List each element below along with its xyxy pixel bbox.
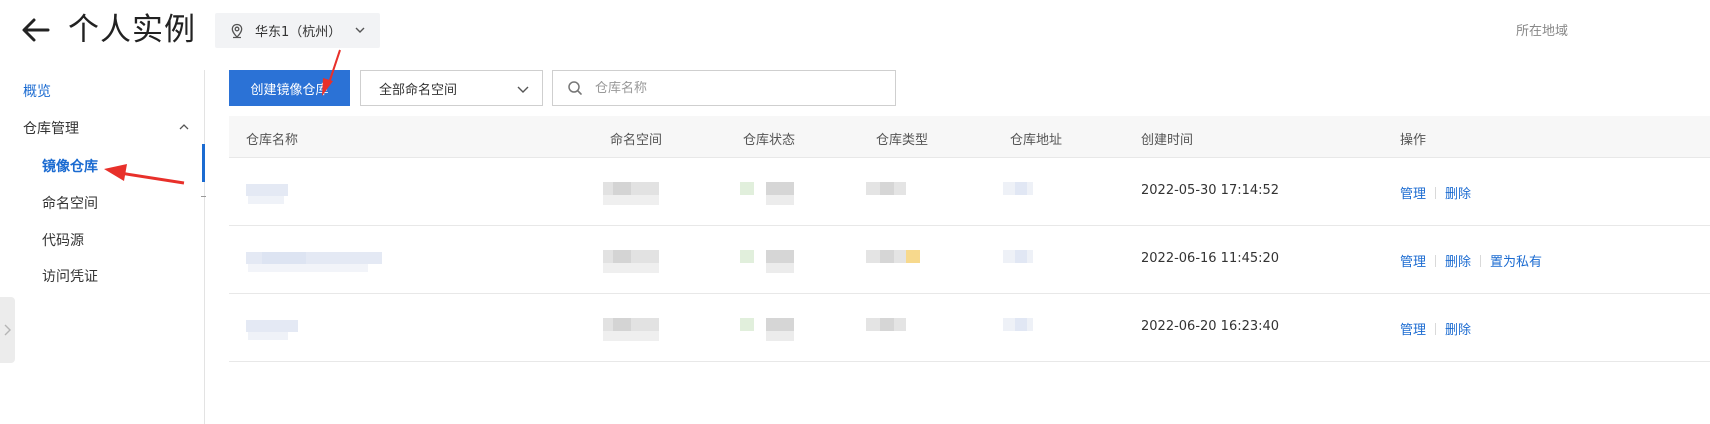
chevron-down-icon (355, 27, 365, 33)
location-pin-icon (231, 23, 243, 38)
created-time: 2022-06-16 11:45:20 (1141, 251, 1280, 266)
divider (201, 196, 206, 197)
active-indicator (202, 144, 205, 182)
namespace-select-value: 全部命名空间 (379, 82, 458, 98)
sidebar-item-image-repo[interactable]: 镜像仓库 (42, 156, 98, 176)
arrow-left-icon[interactable] (18, 12, 54, 48)
row-actions: 管理 删除 (1400, 183, 1471, 202)
manage-link[interactable]: 管理 (1400, 183, 1426, 202)
column-header-created: 创建时间 (1141, 133, 1194, 148)
row-actions: 管理 删除 (1400, 319, 1471, 338)
column-header-name: 仓库名称 (246, 133, 299, 148)
row-actions: 管理 删除 置为私有 (1400, 251, 1542, 270)
chevron-right-icon (4, 324, 11, 336)
table-header: 仓库名称 命名空间 仓库状态 仓库类型 仓库地址 创建时间 操作 (229, 116, 1710, 158)
namespace-redacted (603, 248, 659, 274)
repo-table: 仓库名称 命名空间 仓库状态 仓库类型 仓库地址 创建时间 操作 2022-05… (229, 116, 1710, 362)
region-label: 华东1（杭州） (255, 25, 342, 40)
table-row: 2022-06-16 11:45:20 管理 删除 置为私有 (229, 226, 1710, 294)
chevron-up-icon[interactable] (178, 121, 190, 133)
repo-name-redacted (246, 248, 386, 274)
column-header-type: 仓库类型 (876, 133, 929, 148)
manage-link[interactable]: 管理 (1400, 319, 1426, 338)
type-redacted (866, 316, 908, 342)
namespace-redacted (603, 316, 659, 342)
sidebar-item-code-source[interactable]: 代码源 (42, 230, 84, 250)
table-row: 2022-05-30 17:14:52 管理 删除 (229, 158, 1710, 226)
chevron-down-icon (517, 86, 529, 93)
table-row: 2022-06-20 16:23:40 管理 删除 (229, 294, 1710, 362)
region-info-text: 所在地域 (1516, 24, 1569, 39)
region-selector[interactable]: 华东1（杭州） (215, 13, 380, 48)
manage-link[interactable]: 管理 (1400, 251, 1426, 270)
namespace-select[interactable]: 全部命名空间 (360, 70, 543, 106)
address-redacted (1003, 180, 1043, 206)
delete-link[interactable]: 删除 (1445, 183, 1471, 202)
column-header-actions: 操作 (1400, 133, 1427, 148)
sidebar-group-repo-management[interactable]: 仓库管理 (23, 118, 79, 138)
status-redacted (740, 248, 796, 274)
type-redacted (866, 248, 922, 274)
delete-link[interactable]: 删除 (1445, 319, 1471, 338)
sidebar-item-access-credential[interactable]: 访问凭证 (42, 266, 98, 286)
search-input[interactable] (595, 80, 885, 96)
address-redacted (1003, 248, 1043, 274)
column-header-namespace: 命名空间 (610, 133, 663, 148)
status-redacted (740, 316, 796, 342)
column-header-address: 仓库地址 (1010, 133, 1063, 148)
type-redacted (866, 180, 908, 206)
column-header-status: 仓库状态 (743, 133, 796, 148)
sidebar-collapse-toggle[interactable] (0, 297, 15, 363)
page-title: 个人实例 (68, 12, 196, 48)
repo-name-redacted (246, 316, 302, 342)
delete-link[interactable]: 删除 (1445, 251, 1471, 270)
status-redacted (740, 180, 796, 206)
create-repo-button[interactable]: 创建镜像仓库 (229, 70, 350, 106)
namespace-redacted (603, 180, 659, 206)
sidebar-item-overview[interactable]: 概览 (23, 81, 51, 101)
divider (1480, 254, 1482, 267)
sidebar: 概览 仓库管理 镜像仓库 命名空间 代码源 访问凭证 (0, 70, 206, 424)
sidebar-item-namespace[interactable]: 命名空间 (42, 193, 98, 213)
repo-name-redacted (246, 180, 290, 206)
make-private-link[interactable]: 置为私有 (1490, 251, 1542, 270)
address-redacted (1003, 316, 1043, 342)
divider (1435, 322, 1437, 335)
divider (1435, 186, 1437, 199)
search-box[interactable] (552, 70, 896, 106)
search-icon (568, 81, 582, 95)
created-time: 2022-06-20 16:23:40 (1141, 319, 1280, 334)
created-time: 2022-05-30 17:14:52 (1141, 183, 1280, 198)
divider (1435, 254, 1437, 267)
